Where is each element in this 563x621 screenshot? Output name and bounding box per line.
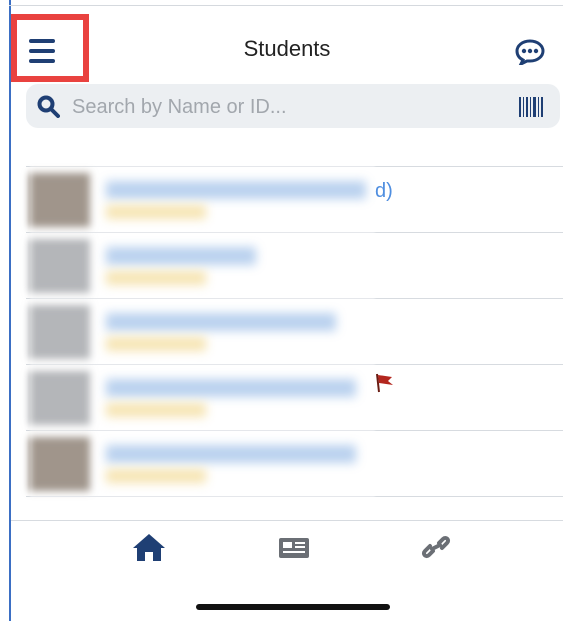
home-indicator[interactable] <box>196 604 390 610</box>
name-suffix-text: d) <box>375 180 393 202</box>
privacy-blur-overlay <box>30 154 375 524</box>
page-title: Students <box>243 36 331 61</box>
newspaper-icon[interactable] <box>277 531 313 563</box>
home-icon[interactable] <box>131 531 167 563</box>
tab-bar <box>11 520 563 573</box>
app-header: Students <box>11 6 563 82</box>
barcode-icon[interactable] <box>518 96 544 118</box>
search-bar[interactable]: Search by Name or ID... <box>26 84 560 128</box>
link-icon[interactable] <box>418 531 454 563</box>
search-icon <box>37 95 60 118</box>
search-placeholder: Search by Name or ID... <box>72 96 287 118</box>
flag-icon <box>376 373 393 393</box>
chat-bubble-icon[interactable] <box>515 39 545 65</box>
screen: Students Search by Name or ID... d) <box>0 0 563 621</box>
